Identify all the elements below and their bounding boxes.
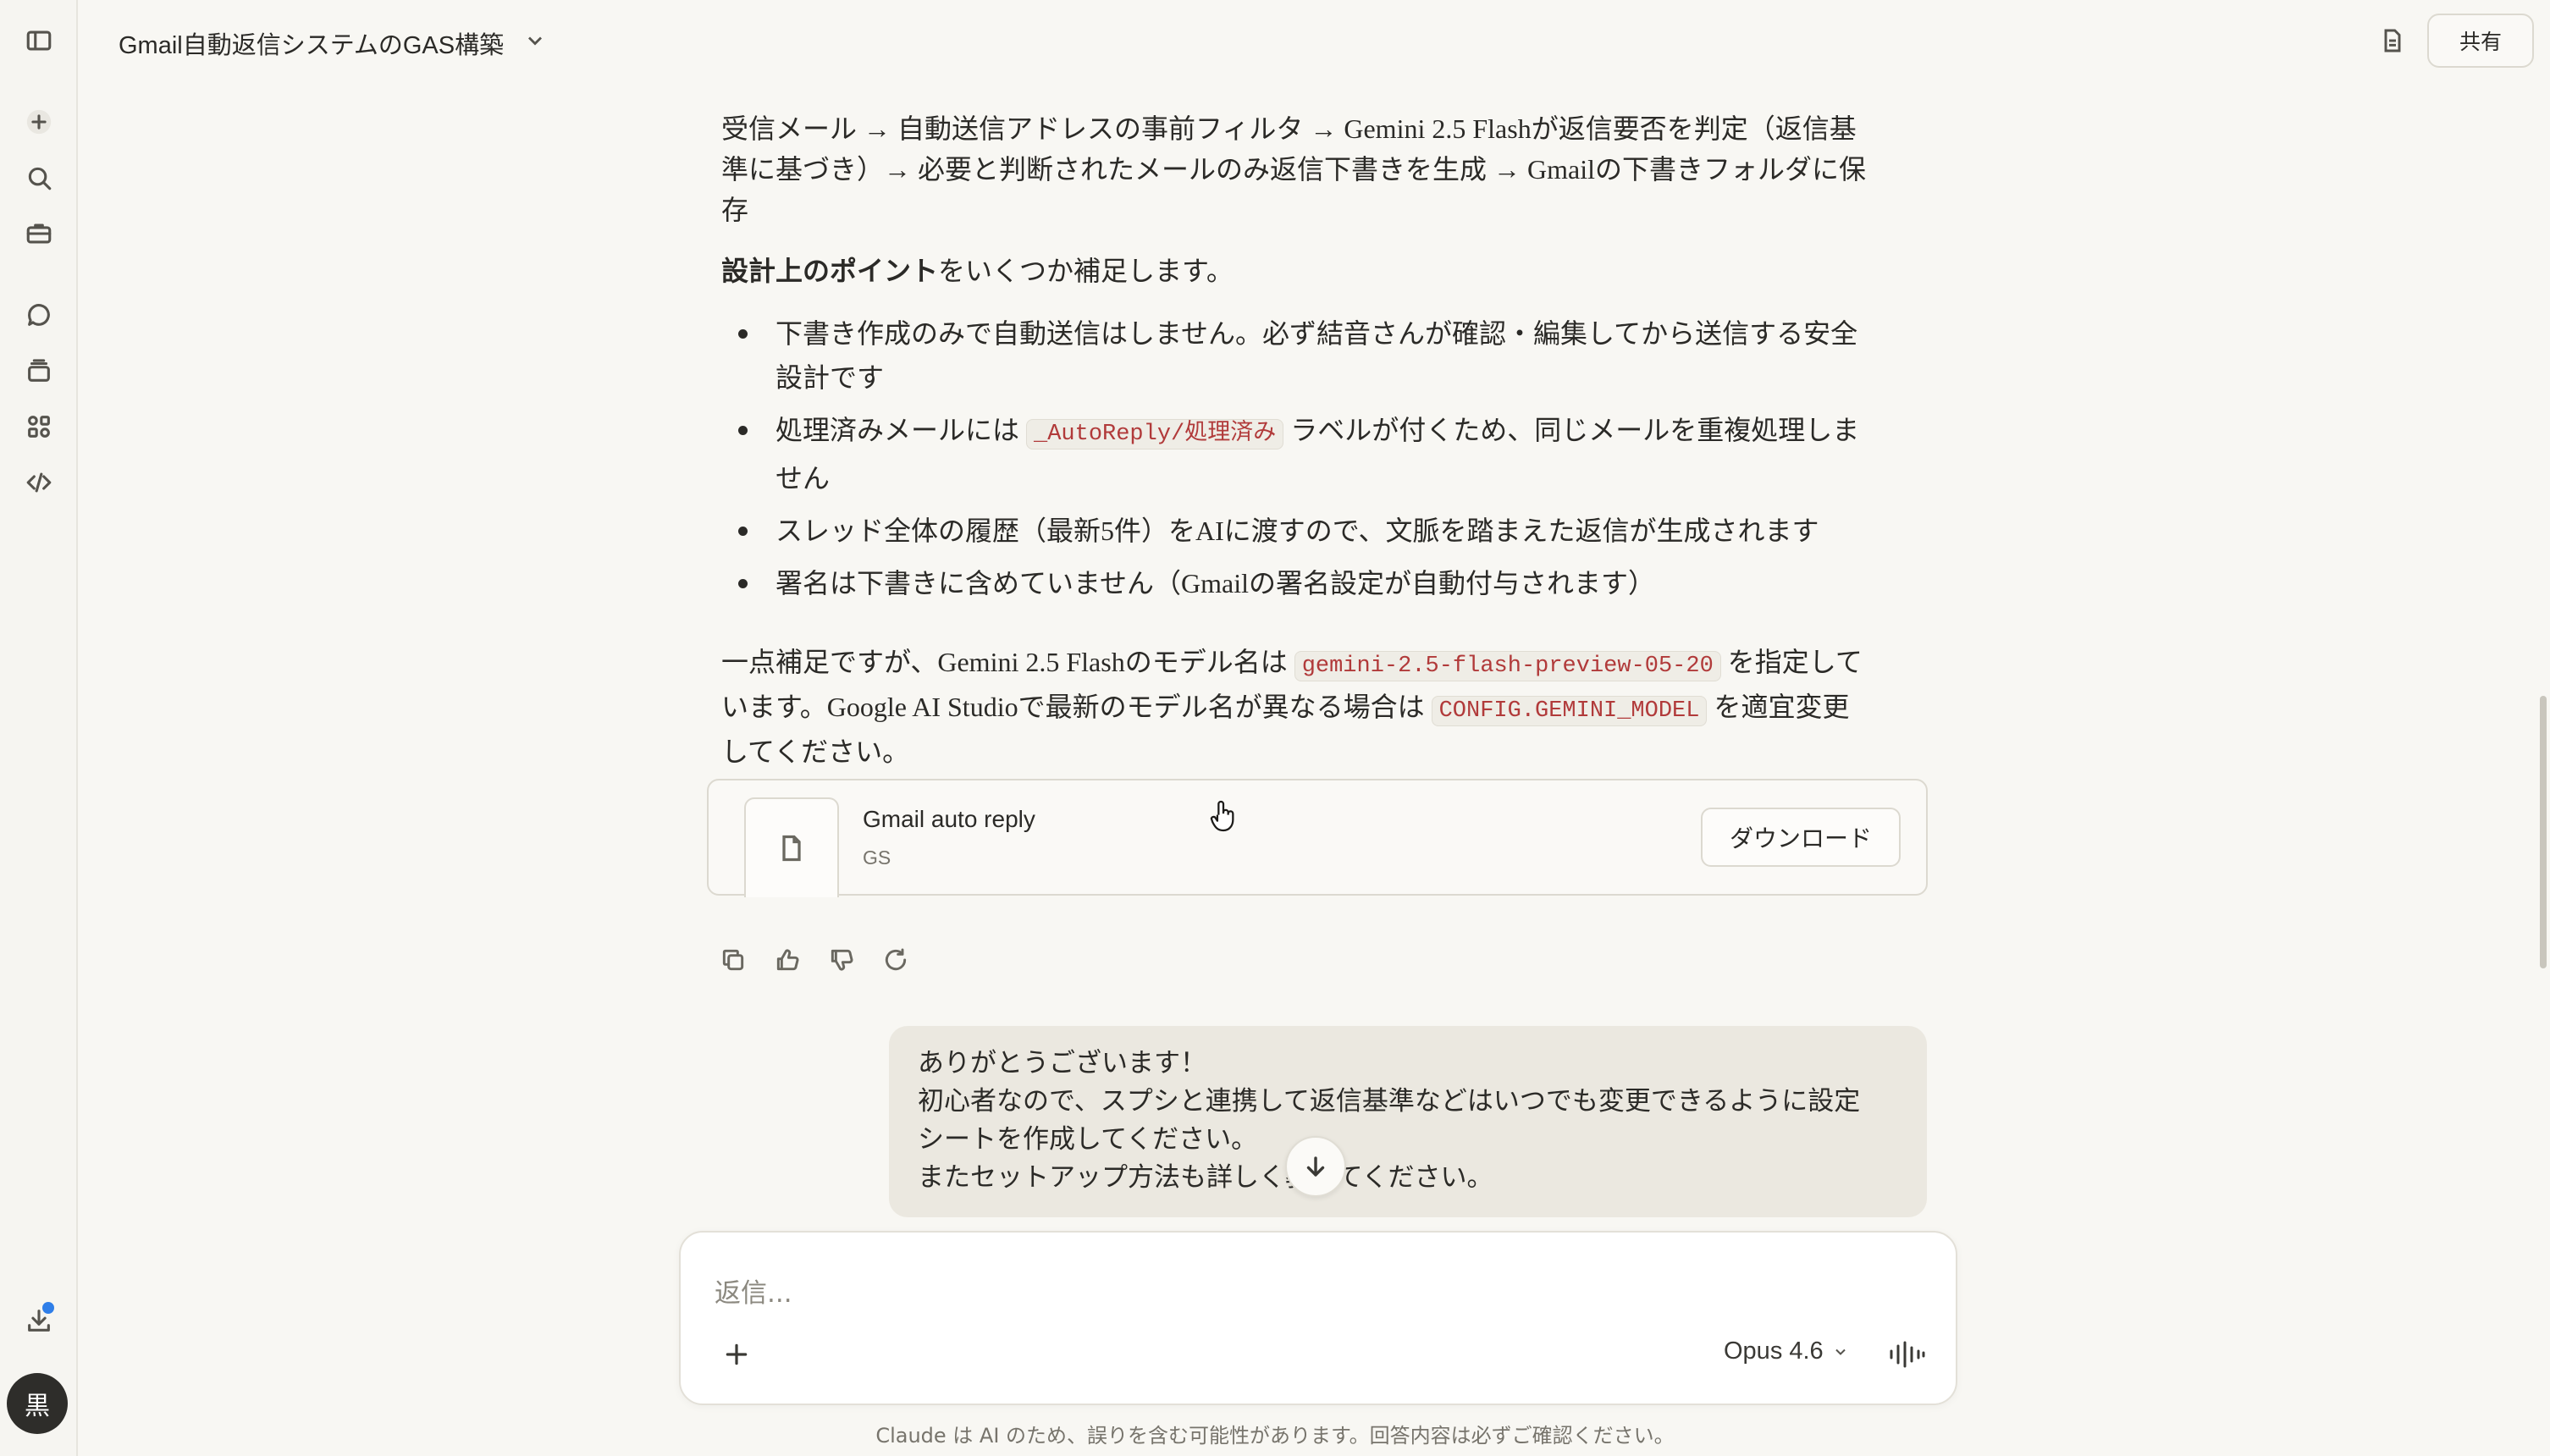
inline-code: _AutoReply/処理済み (1026, 419, 1284, 449)
reply-input[interactable]: 返信... (715, 1271, 792, 1310)
scrollbar[interactable] (2540, 696, 2547, 968)
new-chat-button[interactable] (15, 98, 63, 146)
file-thumbnail (744, 797, 839, 897)
model-selector[interactable]: Opus 4.6 (1724, 1337, 1849, 1365)
note-text: 一点補足ですが、Gemini 2.5 Flashのモデル名は (721, 647, 1294, 677)
page-title[interactable]: Gmail自動返信システムのGAS構築 (119, 25, 504, 61)
notification-dot (42, 1302, 54, 1314)
bullet-list: 下書き作成のみで自動送信はしません。必ず結音さんが確認・編集してから送信する安全… (721, 312, 1873, 614)
copy-icon[interactable] (715, 941, 752, 979)
disclaimer: Claude は AI のため、誤りを含む可能性があります。回答内容は必ずご確認… (875, 1424, 1675, 1448)
hand-cursor-icon (1210, 800, 1234, 832)
chats-icon[interactable] (15, 291, 63, 339)
search-icon[interactable] (15, 154, 63, 201)
list-item: スレッド全体の履歴（最新5件）をAIに渡すので、文脈を踏まえた返信が生成されます (721, 509, 1873, 553)
design-points-bold: 設計上のポイント (721, 256, 939, 286)
list-item: 署名は下書きに含めていません（Gmailの署名設定が自動付与されます） (721, 561, 1873, 605)
user-message-line: シートを作成してください。 (918, 1124, 1258, 1155)
user-message-line: 初心者なので、スプシと連携して返信基準などはいつでも変更できるように設定 (918, 1086, 1861, 1117)
scroll-to-bottom-button[interactable] (1285, 1136, 1346, 1197)
bullet-text: 下書き作成のみで自動送信はしません。必ず結音さんが確認・編集してから送信する安全… (775, 318, 1858, 393)
code-icon[interactable] (15, 459, 63, 506)
file-icon (782, 835, 801, 862)
model-note-paragraph: 一点補足ですが、Gemini 2.5 Flashのモデル名は gemini-2.… (721, 642, 1873, 772)
file-name: Gmail auto reply (863, 806, 1035, 832)
bullet-text: 処理済みメールには (775, 415, 1027, 445)
design-points-rest: をいくつか補足します。 (938, 256, 1234, 286)
file-type: GS (863, 847, 891, 869)
sidebar: 黒 (0, 0, 78, 1456)
file-card[interactable]: Gmail auto reply GS ダウンロード (707, 779, 1928, 897)
retry-icon[interactable] (877, 941, 914, 979)
plus-icon (726, 1343, 748, 1365)
share-button[interactable]: 共有 (2427, 14, 2534, 68)
download-button[interactable]: ダウンロード (1701, 808, 1901, 867)
user-message: ありがとうございます！ 初心者なので、スプシと連携して返信基準などはいつでも変更… (889, 1026, 1927, 1217)
download-app-button[interactable] (15, 1297, 63, 1344)
add-attachment-button[interactable] (716, 1334, 757, 1375)
bullet-text: 署名は下書きに含めていません（Gmailの署名設定が自動付与されます） (775, 568, 1656, 598)
sidebar-toggle-icon[interactable] (15, 17, 63, 64)
user-message-line: またセットアップ方法も詳しく教えてください。 (918, 1162, 1493, 1193)
projects-icon[interactable] (15, 347, 63, 394)
chevron-down-icon (1835, 1348, 1846, 1355)
header: Gmail自動返信システムのGAS構築 共有 (78, 0, 2550, 83)
artifacts-icon[interactable] (15, 403, 63, 450)
inline-code: CONFIG.GEMINI_MODEL (1431, 696, 1708, 726)
thumbs-up-icon[interactable] (769, 941, 806, 979)
bullet-text: スレッド全体の履歴（最新5件）をAIに渡すので、文脈を踏まえた返信が生成されます (775, 516, 1819, 546)
briefcase-icon[interactable] (15, 210, 63, 257)
composer: 返信... Opus 4.6 (679, 1231, 1957, 1405)
chevron-down-icon[interactable] (518, 24, 552, 58)
list-item: 処理済みメールには _AutoReply/処理済み ラベルが付くため、同じメール… (721, 408, 1873, 500)
arrow-down-icon (1306, 1156, 1325, 1177)
plus-icon (26, 109, 52, 135)
thumbs-down-icon[interactable] (823, 941, 860, 979)
list-item: 下書き作成のみで自動送信はしません。必ず結音さんが確認・編集してから送信する安全… (721, 312, 1873, 400)
user-message-line: ありがとうございます！ (918, 1048, 1206, 1078)
document-icon[interactable] (2372, 20, 2413, 61)
design-points-intro: 設計上のポイントをいくつか補足します。 (721, 251, 1873, 291)
flow-paragraph: 受信メール → 自動送信アドレスの事前フィルタ → Gemini 2.5 Fla… (721, 113, 1866, 225)
voice-mode-button[interactable] (1883, 1331, 1930, 1378)
waveform-icon (1890, 1341, 1925, 1368)
inline-code: gemini-2.5-flash-preview-05-20 (1294, 651, 1721, 681)
model-name: Opus 4.6 (1724, 1337, 1824, 1365)
